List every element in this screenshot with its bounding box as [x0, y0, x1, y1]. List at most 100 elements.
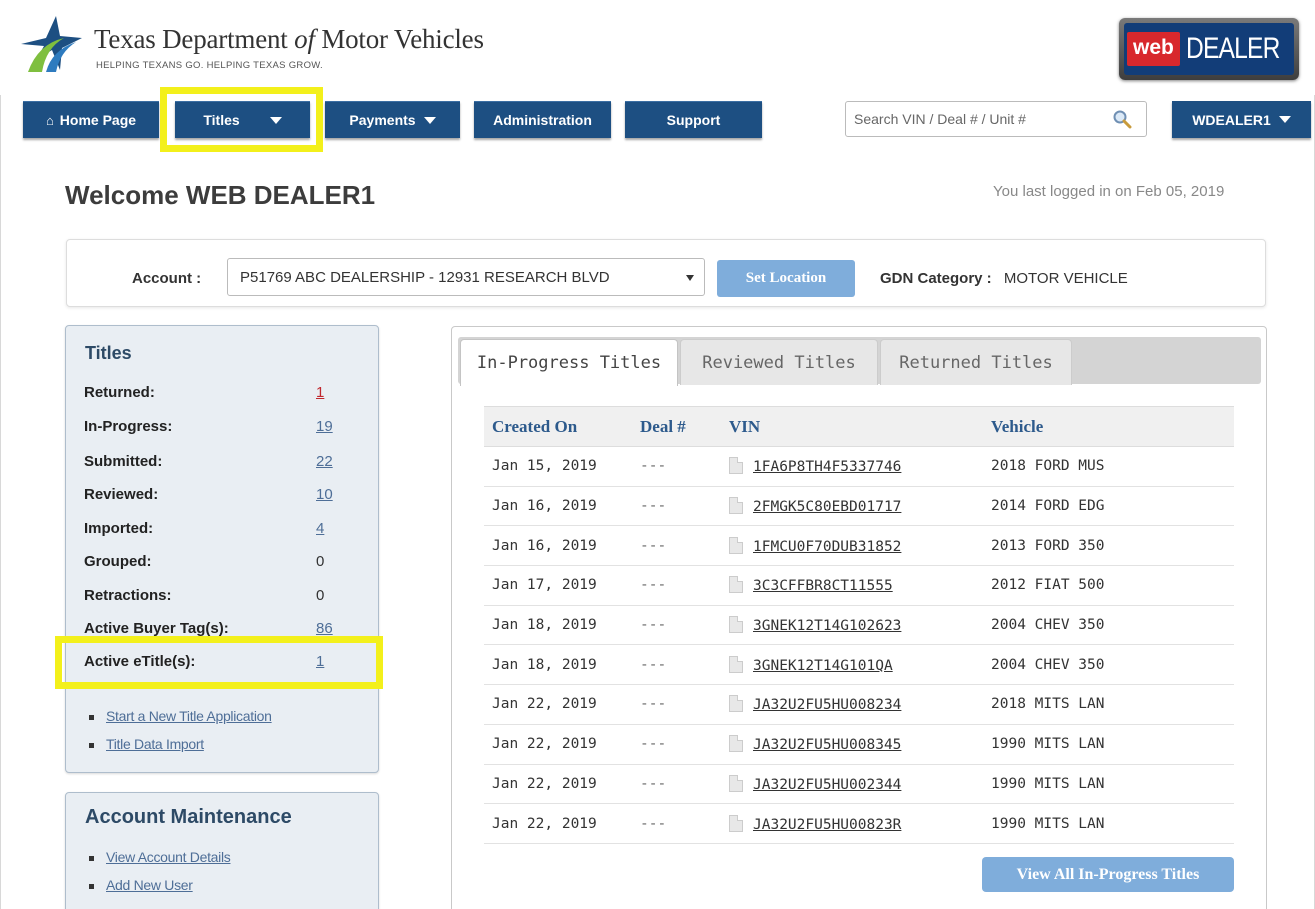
stat-in-progress-value[interactable]: 19: [316, 418, 333, 435]
deal-cell: ---: [632, 684, 721, 725]
vin-link[interactable]: JA32U2FU5HU008345: [753, 737, 901, 753]
vin-link[interactable]: 1FMCU0F70DUB31852: [753, 539, 901, 555]
created-on-cell: Jan 22, 2019: [484, 764, 632, 805]
titles-panel-heading: Titles: [85, 343, 132, 363]
vin-cell: 2FMGK5C80EBD01717: [721, 486, 983, 527]
bullet-icon: [89, 856, 94, 861]
tab-reviewed-titles[interactable]: Reviewed Titles: [680, 339, 878, 385]
deal-cell: ---: [632, 605, 721, 646]
webdealer-logo[interactable]: web DEALER: [1119, 18, 1299, 80]
table-row: Jan 17, 2019 --- 3C3CFFBR8CT11555 2012 F…: [484, 565, 1234, 606]
chevron-down-icon: [423, 116, 436, 124]
document-icon[interactable]: [729, 536, 743, 554]
tab-in-progress-titles[interactable]: In-Progress Titles: [460, 339, 678, 386]
document-icon[interactable]: [729, 457, 743, 475]
deal-cell: ---: [632, 724, 721, 765]
search-input[interactable]: [854, 102, 1104, 136]
gdn-category: GDN Category : MOTOR VEHICLE: [880, 270, 1128, 287]
tab-returned-titles[interactable]: Returned Titles: [880, 339, 1072, 385]
vin-link[interactable]: 1FA6P8TH4F5337746: [753, 459, 901, 475]
stat-reviewed-value[interactable]: 10: [316, 486, 333, 503]
nav-home-label: Home Page: [59, 112, 137, 128]
vin-cell: 3GNEK12T14G102623: [721, 605, 983, 646]
stat-active-buyer-tags-value[interactable]: 86: [316, 620, 333, 637]
vehicle-cell: 2018 FORD MUS: [983, 446, 1234, 487]
nav-support[interactable]: Support: [625, 101, 762, 138]
vehicle-cell: 1990 MITS LAN: [983, 803, 1234, 844]
in-progress-titles-table: Created On Deal # VIN Vehicle Jan 15, 20…: [484, 406, 1234, 844]
document-icon[interactable]: [729, 655, 743, 673]
vin-link[interactable]: JA32U2FU5HU002344: [753, 777, 901, 793]
document-icon[interactable]: [729, 814, 743, 832]
deal-cell: ---: [632, 644, 721, 686]
nav-payments[interactable]: Payments: [325, 101, 460, 138]
created-on-cell: Jan 16, 2019: [484, 486, 632, 527]
table-row: Jan 16, 2019 --- 1FMCU0F70DUB31852 2013 …: [484, 525, 1234, 567]
document-icon[interactable]: [729, 616, 743, 634]
account-maintenance-heading: Account Maintenance: [85, 806, 292, 828]
stat-submitted-value[interactable]: 22: [316, 453, 333, 470]
vin-link[interactable]: JA32U2FU5HU00823R: [753, 817, 901, 833]
vin-link[interactable]: 3C3CFFBR8CT11555: [753, 578, 893, 594]
gdn-category-value: MOTOR VEHICLE: [1003, 270, 1128, 287]
nav-home-page[interactable]: ⌂ Home Page: [23, 101, 159, 138]
nav-administration[interactable]: Administration: [474, 101, 611, 138]
set-location-button[interactable]: Set Location: [717, 260, 855, 297]
column-header-deal[interactable]: Deal #: [632, 406, 721, 447]
user-menu[interactable]: WDEALER1: [1172, 101, 1311, 138]
view-account-details-link[interactable]: View Account Details: [106, 849, 231, 865]
nav-administration-label: Administration: [493, 112, 592, 128]
vin-cell: JA32U2FU5HU002344: [721, 764, 983, 805]
vin-link[interactable]: 3GNEK12T14G101QA: [753, 658, 893, 674]
title-data-import-link[interactable]: Title Data Import: [106, 736, 204, 752]
column-header-created-on[interactable]: Created On: [484, 406, 632, 447]
deal-cell: ---: [632, 525, 721, 567]
document-icon[interactable]: [729, 576, 743, 594]
deal-cell: ---: [632, 764, 721, 805]
stat-grouped-value: 0: [316, 553, 325, 570]
column-header-vehicle[interactable]: Vehicle: [983, 406, 1234, 447]
deal-cell: ---: [632, 565, 721, 606]
table-row: Jan 18, 2019 --- 3GNEK12T14G101QA 2004 C…: [484, 644, 1234, 686]
vehicle-cell: 2004 CHEV 350: [983, 644, 1234, 686]
table-row: Jan 16, 2019 --- 2FMGK5C80EBD01717 2014 …: [484, 486, 1234, 527]
document-icon[interactable]: [729, 695, 743, 713]
add-new-user-link[interactable]: Add New User: [106, 877, 193, 893]
account-label: Account :: [132, 270, 202, 287]
stat-returned-value[interactable]: 1: [316, 384, 324, 401]
vin-link[interactable]: JA32U2FU5HU008234: [753, 697, 901, 713]
vin-cell: JA32U2FU5HU008345: [721, 724, 983, 765]
start-new-title-link[interactable]: Start a New Title Application: [106, 708, 272, 724]
org-name-part: Texas Department: [94, 24, 288, 54]
document-icon[interactable]: [729, 774, 743, 792]
chevron-down-icon: [269, 116, 282, 124]
document-icon[interactable]: [729, 735, 743, 753]
view-all-in-progress-button[interactable]: View All In-Progress Titles: [982, 857, 1234, 892]
chevron-down-icon: [1278, 116, 1291, 123]
txdmv-star-logo-icon[interactable]: [16, 14, 86, 74]
table-row: Jan 22, 2019 --- JA32U2FU5HU008345 1990 …: [484, 724, 1234, 765]
stat-label: Grouped:: [84, 553, 152, 570]
stat-imported-value[interactable]: 4: [316, 520, 324, 537]
nav-payments-label: Payments: [349, 112, 416, 128]
vin-link[interactable]: 2FMGK5C80EBD01717: [753, 499, 901, 515]
vehicle-cell: 1990 MITS LAN: [983, 724, 1234, 765]
org-name-of: of: [294, 24, 315, 54]
stat-active-etitles-value[interactable]: 1: [316, 653, 324, 670]
document-icon[interactable]: [729, 497, 743, 515]
stat-label: Returned:: [84, 384, 155, 401]
vin-link[interactable]: 3GNEK12T14G102623: [753, 618, 901, 634]
nav-titles-label: Titles: [203, 112, 240, 128]
org-name: Texas Department of Motor Vehicles: [94, 24, 484, 55]
search-icon[interactable]: [1112, 109, 1132, 129]
vin-cell: 3GNEK12T14G101QA: [721, 644, 983, 686]
webdealer-dealer-text: DEALER: [1185, 32, 1280, 65]
vehicle-cell: 2012 FIAT 500: [983, 565, 1234, 606]
vin-cell: 3C3CFFBR8CT11555: [721, 565, 983, 606]
account-select[interactable]: P51769 ABC DEALERSHIP - 12931 RESEARCH B…: [227, 258, 705, 296]
table-row: Jan 15, 2019 --- 1FA6P8TH4F5337746 2018 …: [484, 446, 1234, 487]
column-header-vin[interactable]: VIN: [721, 406, 983, 447]
table-header-row: Created On Deal # VIN Vehicle: [484, 406, 1234, 447]
nav-titles[interactable]: Titles: [175, 101, 310, 138]
search-box[interactable]: [845, 101, 1147, 137]
